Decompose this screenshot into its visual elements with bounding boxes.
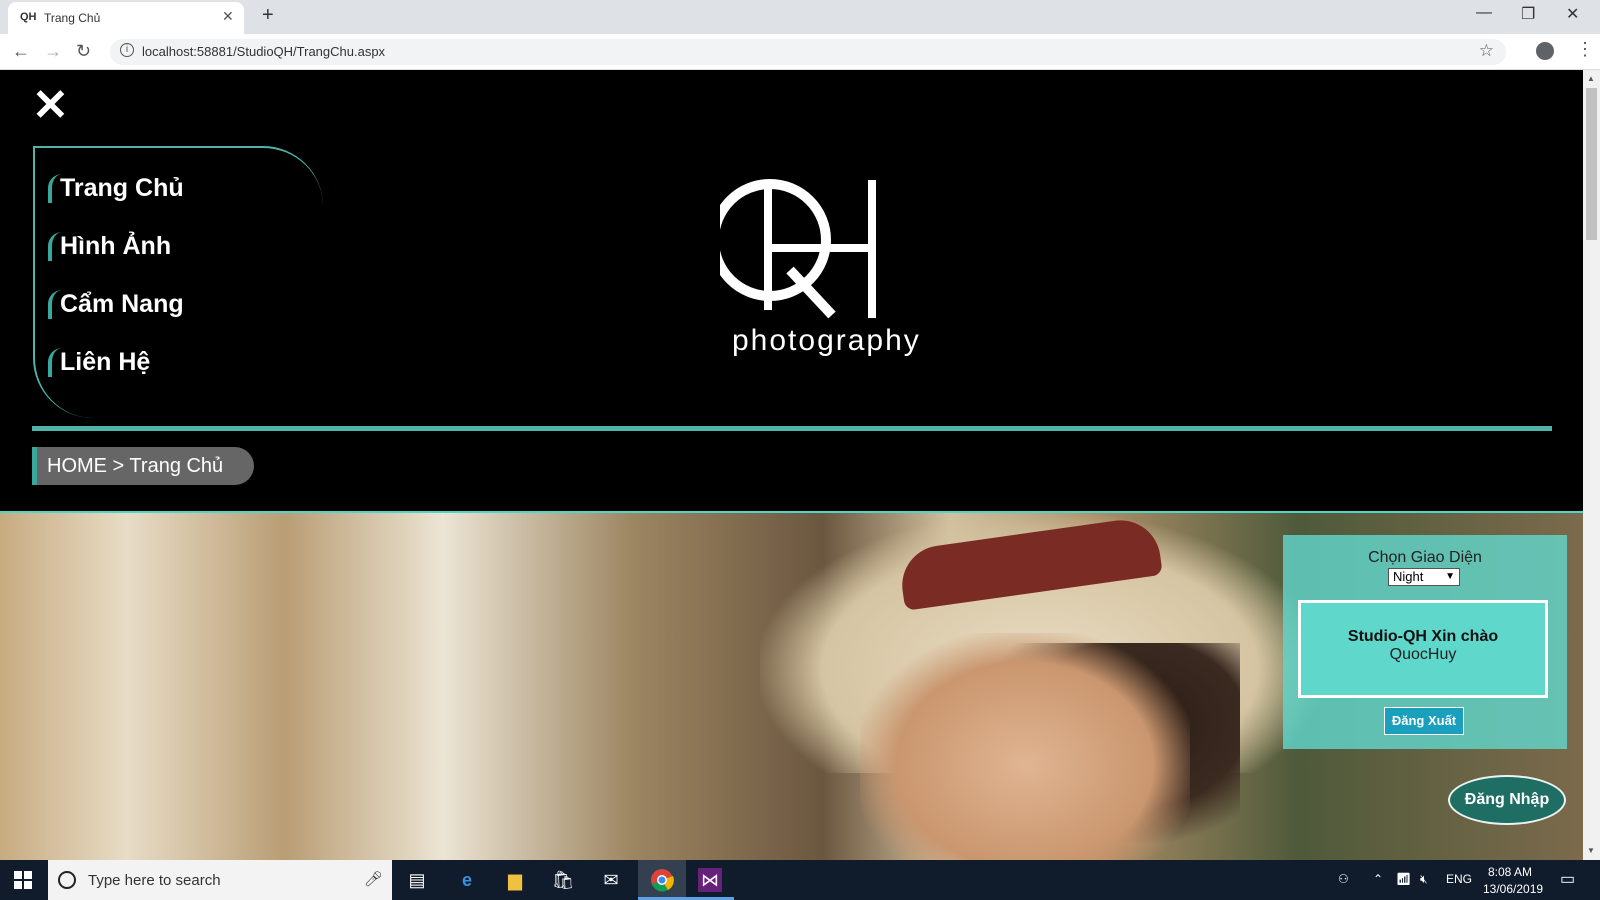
people-icon[interactable]: ⚇ bbox=[1338, 872, 1349, 886]
profile-icon[interactable] bbox=[1536, 42, 1554, 60]
header-divider bbox=[32, 426, 1552, 431]
theme-select-value: Night bbox=[1393, 569, 1424, 584]
microphone-icon[interactable]: 🎤︎ bbox=[364, 870, 383, 888]
clock-time[interactable]: 8:08 AM bbox=[1488, 865, 1532, 879]
clock-date[interactable]: 13/06/2019 bbox=[1483, 882, 1543, 896]
tab-close-icon[interactable]: ✕ bbox=[222, 8, 234, 25]
mail-icon[interactable]: ✉ bbox=[599, 868, 623, 892]
edge-icon[interactable]: e bbox=[455, 868, 479, 892]
theme-panel-title: Chọn Giao Diện bbox=[1368, 549, 1482, 566]
browser-tab[interactable]: QH Trang Chủ ✕ bbox=[8, 2, 244, 34]
page-scrollbar[interactable]: ▲ ▼ bbox=[1583, 70, 1600, 860]
bookmark-star-icon[interactable]: ☆ bbox=[1479, 41, 1494, 61]
cortana-icon bbox=[58, 871, 76, 889]
back-icon[interactable]: ← bbox=[12, 41, 30, 62]
browser-tab-bar: QH Trang Chủ ✕ + — ❐ ✕ bbox=[0, 0, 1600, 34]
taskbar-search-placeholder: Type here to search bbox=[88, 872, 221, 889]
page-content: ✕ Trang Chủ Hình Ảnh Cẩm Nang Liên Hệ ph… bbox=[0, 70, 1583, 860]
menu-item-cam-nang[interactable]: Cẩm Nang bbox=[48, 290, 184, 319]
theme-panel: Chọn Giao Diện Night ▼ Studio-QH Xin chà… bbox=[1283, 535, 1567, 749]
reload-icon[interactable]: ↻ bbox=[76, 41, 91, 62]
forward-icon[interactable]: → bbox=[44, 41, 62, 62]
restore-icon[interactable]: ❐ bbox=[1521, 4, 1535, 24]
breadcrumb: HOME > Trang Chủ bbox=[32, 447, 254, 485]
login-button[interactable]: Đăng Nhập bbox=[1448, 775, 1566, 825]
breadcrumb-text[interactable]: HOME > Trang Chủ bbox=[47, 455, 223, 478]
chevron-down-icon: ▼ bbox=[1445, 571, 1455, 582]
close-menu-icon[interactable]: ✕ bbox=[32, 84, 69, 128]
url-text[interactable]: localhost:58881/StudioQH/TrangChu.aspx bbox=[142, 44, 385, 59]
store-icon[interactable]: 🛍︎ bbox=[551, 868, 575, 892]
tab-favicon-icon: QH bbox=[20, 11, 37, 23]
browser-menu-icon[interactable]: ⋮ bbox=[1576, 39, 1594, 60]
greeting-box: Studio-QH Xin chào QuocHuy bbox=[1298, 600, 1548, 698]
window-close-icon[interactable]: ✕ bbox=[1566, 4, 1579, 24]
chrome-icon[interactable] bbox=[650, 868, 674, 892]
visual-studio-icon[interactable]: ⋈ bbox=[698, 868, 722, 892]
tray-chevron-up-icon[interactable]: ⌃ bbox=[1373, 872, 1383, 886]
address-bar[interactable]: i localhost:58881/StudioQH/TrangChu.aspx… bbox=[110, 39, 1506, 65]
windows-start-icon[interactable] bbox=[14, 871, 32, 889]
windows-taskbar: Type here to search 🎤︎ ▤ e ▆ 🛍︎ ✉ ⋈ ⚇ ⌃ … bbox=[0, 860, 1600, 900]
theme-select[interactable]: Night ▼ bbox=[1388, 568, 1460, 586]
menu-item-lien-he[interactable]: Liên Hệ bbox=[48, 348, 150, 377]
menu-item-trang-chu[interactable]: Trang Chủ bbox=[48, 174, 184, 203]
action-center-icon[interactable]: ▭ bbox=[1560, 869, 1575, 889]
minimize-icon[interactable]: — bbox=[1476, 4, 1492, 22]
taskbar-search[interactable]: Type here to search 🎤︎ bbox=[48, 860, 392, 900]
hero-face-shape bbox=[860, 633, 1190, 860]
scroll-down-icon[interactable]: ▼ bbox=[1587, 846, 1595, 855]
scroll-thumb[interactable] bbox=[1586, 88, 1597, 240]
task-view-icon[interactable]: ▤ bbox=[405, 868, 429, 892]
new-tab-icon[interactable]: + bbox=[262, 4, 274, 27]
greeting-text: Studio-QH Xin chào bbox=[1347, 628, 1499, 645]
language-indicator[interactable]: ENG bbox=[1446, 872, 1472, 886]
username-text: QuocHuy bbox=[1389, 646, 1457, 663]
volume-muted-icon[interactable]: 🔇︎ bbox=[1420, 872, 1428, 887]
menu-item-hinh-anh[interactable]: Hình Ảnh bbox=[48, 232, 171, 261]
file-explorer-icon[interactable]: ▆ bbox=[503, 868, 527, 892]
info-icon[interactable]: i bbox=[120, 43, 134, 57]
logout-button[interactable]: Đăng Xuất bbox=[1384, 707, 1464, 735]
browser-toolbar: ← → ↻ i localhost:58881/StudioQH/TrangCh… bbox=[0, 34, 1600, 70]
logo-text: photography bbox=[732, 324, 921, 357]
tab-title: Trang Chủ bbox=[44, 11, 101, 25]
scroll-up-icon[interactable]: ▲ bbox=[1587, 74, 1595, 83]
network-icon[interactable]: 📶︎ bbox=[1396, 872, 1411, 886]
